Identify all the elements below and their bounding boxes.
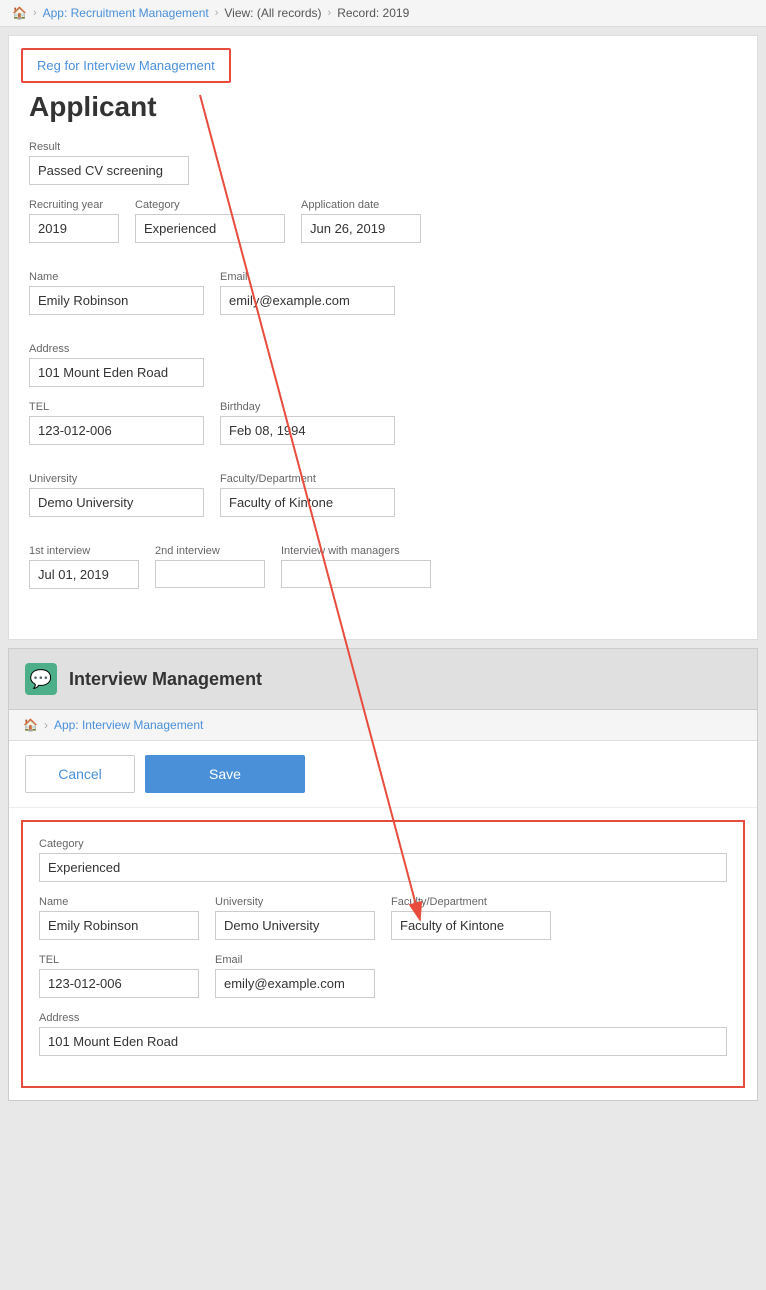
interview-breadcrumb-sep: ›	[44, 718, 48, 732]
recruiting-year-value: 2019	[29, 214, 119, 243]
application-date-label: Application date	[301, 199, 421, 211]
reg-button-area: Reg for Interview Management	[9, 36, 757, 91]
second-interview-value	[155, 560, 265, 588]
category-field: Category Experienced	[135, 199, 285, 243]
row-recruiting-category-date: Recruiting year 2019 Category Experience…	[29, 199, 737, 257]
row-university-faculty: University Demo University Faculty/Depar…	[29, 473, 737, 531]
row-tel-birthday: TEL 123-012-006 Birthday Feb 08, 1994	[29, 401, 737, 459]
second-interview-field: 2nd interview	[155, 545, 265, 591]
save-button[interactable]: Save	[145, 755, 305, 793]
form-category-value: Experienced	[39, 853, 727, 882]
faculty-label: Faculty/Department	[220, 473, 395, 485]
form-name-label: Name	[39, 896, 199, 908]
form-row-tel-email: TEL 123-012-006 Email emily@example.com	[39, 954, 727, 998]
category-label: Category	[135, 199, 285, 211]
interview-management-panel: 💬 Interview Management 🏠 › App: Intervie…	[8, 648, 758, 1101]
form-university-value: Demo University	[215, 911, 375, 940]
breadcrumb-sep-1: ›	[33, 7, 37, 19]
form-tel-label: TEL	[39, 954, 199, 966]
applicant-panel: Reg for Interview Management Applicant R…	[8, 35, 758, 640]
birthday-label: Birthday	[220, 401, 395, 413]
application-date-value: Jun 26, 2019	[301, 214, 421, 243]
first-interview-value: Jul 01, 2019	[29, 560, 139, 589]
form-tel-col: TEL 123-012-006	[39, 954, 199, 998]
recruiting-year-field: Recruiting year 2019	[29, 199, 119, 243]
address-value: 101 Mount Eden Road	[29, 358, 204, 387]
result-value: Passed CV screening	[29, 156, 189, 185]
applicant-title: Applicant	[29, 91, 737, 123]
form-name-col: Name Emily Robinson	[39, 896, 199, 940]
form-address-field: Address 101 Mount Eden Road	[39, 1012, 727, 1056]
result-field: Result Passed CV screening	[29, 141, 737, 185]
manager-interview-label: Interview with managers	[281, 545, 431, 557]
form-faculty-value: Faculty of Kintone	[391, 911, 551, 940]
university-value: Demo University	[29, 488, 204, 517]
chat-icon: 💬	[25, 663, 57, 695]
category-value: Experienced	[135, 214, 285, 243]
breadcrumb-record: Record: 2019	[337, 6, 409, 20]
breadcrumb-sep-3: ›	[328, 7, 332, 19]
application-date-field: Application date Jun 26, 2019	[301, 199, 421, 243]
university-field: University Demo University	[29, 473, 204, 517]
name-label: Name	[29, 271, 204, 283]
interview-panel-title: Interview Management	[69, 669, 262, 690]
form-category-label: Category	[39, 838, 727, 850]
tel-value: 123-012-006	[29, 416, 204, 445]
email-label: Email	[220, 271, 395, 283]
form-email-col: Email emily@example.com	[215, 954, 375, 998]
row-interviews: 1st interview Jul 01, 2019 2nd interview…	[29, 545, 737, 605]
interview-actions: Cancel Save	[9, 741, 757, 808]
address-field: Address 101 Mount Eden Road	[29, 343, 737, 387]
tel-field: TEL 123-012-006	[29, 401, 204, 445]
form-tel-value: 123-012-006	[39, 969, 199, 998]
row-name-email: Name Emily Robinson Email emily@example.…	[29, 271, 737, 329]
form-address-value: 101 Mount Eden Road	[39, 1027, 727, 1056]
birthday-field: Birthday Feb 08, 1994	[220, 401, 395, 445]
cancel-button[interactable]: Cancel	[25, 755, 135, 793]
email-field: Email emily@example.com	[220, 271, 395, 315]
interview-breadcrumb-app[interactable]: App: Interview Management	[54, 718, 203, 732]
form-faculty-col: Faculty/Department Faculty of Kintone	[391, 896, 551, 940]
manager-interview-field: Interview with managers	[281, 545, 431, 591]
faculty-value: Faculty of Kintone	[220, 488, 395, 517]
recruiting-year-label: Recruiting year	[29, 199, 119, 211]
home-icon[interactable]: 🏠	[12, 6, 27, 20]
first-interview-label: 1st interview	[29, 545, 139, 557]
address-label: Address	[29, 343, 737, 355]
breadcrumb-sep-2: ›	[215, 7, 219, 19]
interview-header: 💬 Interview Management	[9, 649, 757, 710]
first-interview-field: 1st interview Jul 01, 2019	[29, 545, 139, 591]
form-email-label: Email	[215, 954, 375, 966]
faculty-field: Faculty/Department Faculty of Kintone	[220, 473, 395, 517]
form-address-label: Address	[39, 1012, 727, 1024]
breadcrumb-view: View: (All records)	[224, 6, 321, 20]
applicant-section: Applicant Result Passed CV screening Rec…	[9, 91, 757, 639]
birthday-value: Feb 08, 1994	[220, 416, 395, 445]
form-row-name-uni-faculty: Name Emily Robinson University Demo Univ…	[39, 896, 727, 940]
breadcrumb-app[interactable]: App: Recruitment Management	[43, 6, 209, 20]
result-label: Result	[29, 141, 737, 153]
second-interview-label: 2nd interview	[155, 545, 265, 557]
name-field: Name Emily Robinson	[29, 271, 204, 315]
page-wrapper: 🏠 › App: Recruitment Management › View: …	[0, 0, 766, 1101]
tel-label: TEL	[29, 401, 204, 413]
university-label: University	[29, 473, 204, 485]
interview-form: Category Experienced Name Emily Robinson…	[21, 820, 745, 1088]
interview-breadcrumb: 🏠 › App: Interview Management	[9, 710, 757, 741]
breadcrumb-bar: 🏠 › App: Recruitment Management › View: …	[0, 0, 766, 27]
form-university-label: University	[215, 896, 375, 908]
form-email-value: emily@example.com	[215, 969, 375, 998]
manager-interview-value	[281, 560, 431, 588]
form-category-field: Category Experienced	[39, 838, 727, 882]
form-university-col: University Demo University	[215, 896, 375, 940]
name-value: Emily Robinson	[29, 286, 204, 315]
interview-home-icon[interactable]: 🏠	[23, 718, 38, 732]
form-name-value: Emily Robinson	[39, 911, 199, 940]
email-value: emily@example.com	[220, 286, 395, 315]
form-faculty-label: Faculty/Department	[391, 896, 551, 908]
reg-for-interview-button[interactable]: Reg for Interview Management	[21, 48, 231, 83]
